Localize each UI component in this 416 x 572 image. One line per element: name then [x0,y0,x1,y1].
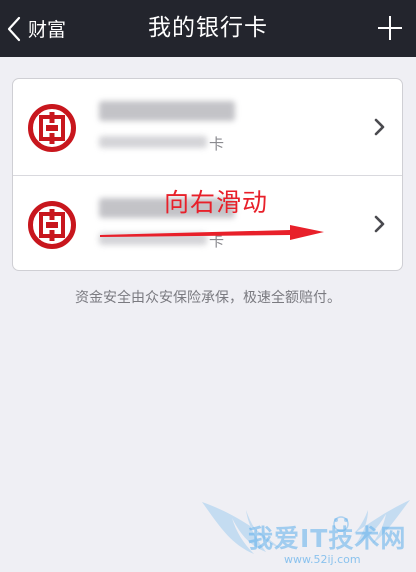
arrow-right-icon [100,225,324,240]
back-label: 财富 [28,19,67,41]
icbc-logo-icon [28,104,76,152]
watermark-url: www.52ij.com [284,553,361,566]
watermark-text: 我爱IT技术网 [248,524,407,553]
navigation-bar: 财富 我的银行卡 [0,0,416,57]
swipe-right-annotation: 向右滑动 [164,188,269,217]
card-number-redacted [99,136,207,148]
add-icon[interactable] [376,14,404,42]
card-type-label: 卡 [209,135,225,153]
insurance-note: 资金安全由众安保险承保，极速全额赔付。 [75,290,341,306]
bank-name-redacted [99,101,235,121]
bank-card-row[interactable]: 卡 [13,79,402,175]
chevron-right-icon [374,215,385,233]
back-button[interactable]: 财富 [6,0,66,57]
chevron-right-icon [374,118,385,136]
bank-cards-page: 财富 我的银行卡 卡 卡 向右滑动 资金安全由众安保险承保，极速全额赔付。 我爱… [0,0,416,572]
icbc-logo-icon [28,201,76,249]
back-chevron-icon [7,16,21,41]
